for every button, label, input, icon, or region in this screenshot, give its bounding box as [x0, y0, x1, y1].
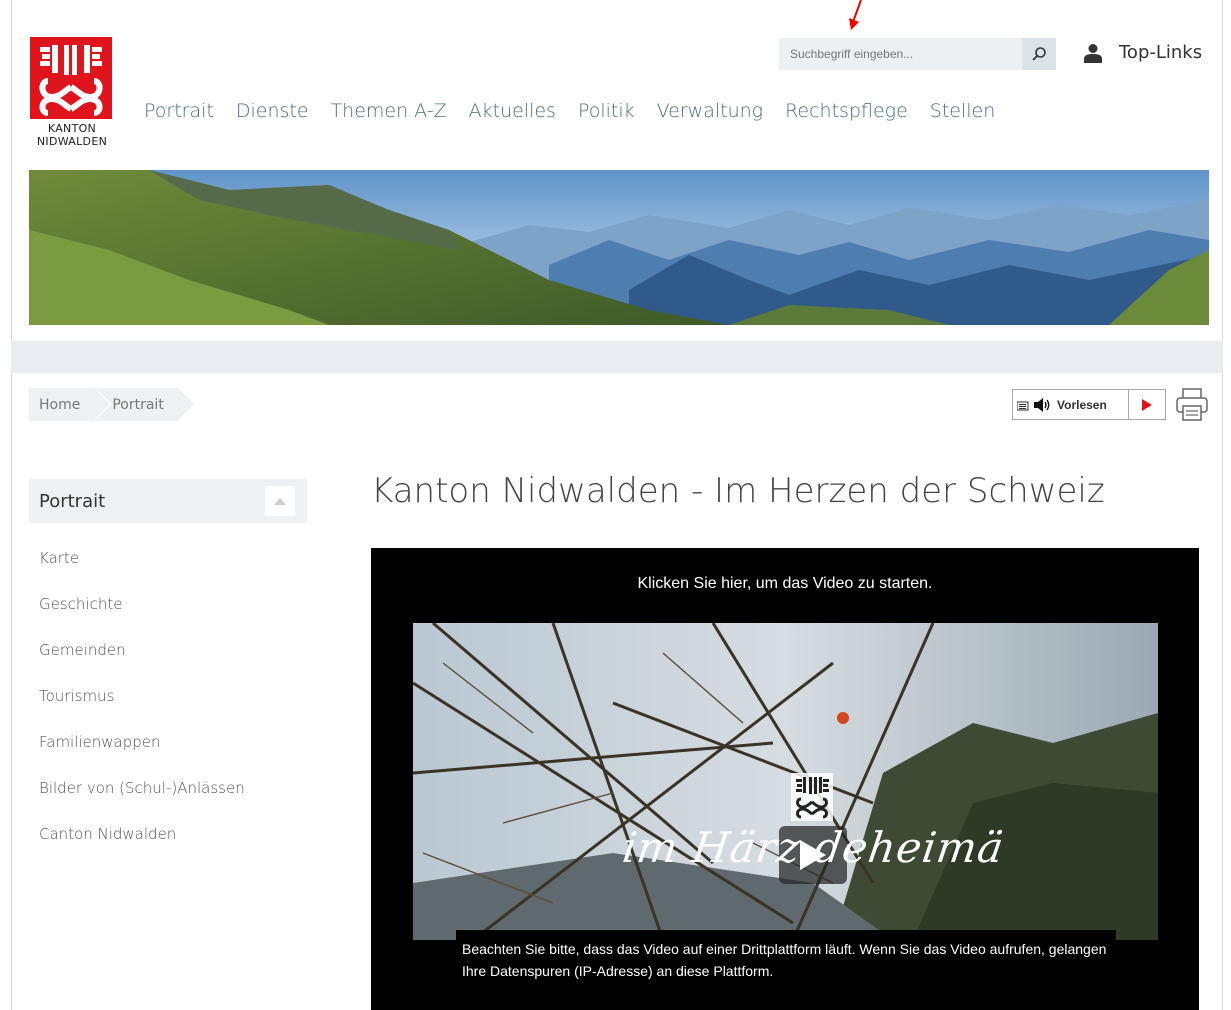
readaloud-label: Vorlesen — [1057, 397, 1107, 412]
sidebar-item-karte[interactable]: Karte — [39, 548, 245, 594]
sidebar-title: Portrait — [39, 490, 106, 512]
logo-line-1: KANTON — [47, 122, 97, 135]
video-thumbnail[interactable]: im Härz deheimä — [413, 623, 1158, 940]
breadcrumb: Home Portrait — [29, 388, 195, 421]
sidebar-item-canton[interactable]: Canton Nidwalden — [39, 824, 245, 870]
logo-line-2: NIDWALDEN — [36, 135, 108, 148]
search-icon — [1032, 47, 1046, 61]
page-title: Kanton Nidwalden - Im Herzen der Schweiz — [371, 471, 1105, 511]
play-icon — [1142, 398, 1152, 411]
sidebar-item-geschichte[interactable]: Geschichte — [39, 594, 245, 640]
search-input[interactable] — [779, 38, 1022, 70]
speaker-icon — [1034, 397, 1050, 412]
video-overlay-text: im Härz deheimä — [619, 823, 1008, 872]
sidebar-item-familienwappen[interactable]: Familienwappen — [39, 732, 245, 778]
sidebar-item-bilder[interactable]: Bilder von (Schul-)Anlässen — [39, 778, 245, 824]
readaloud-button[interactable]: Vorlesen — [1013, 390, 1129, 419]
canton-logo[interactable]: KANTON NIDWALDEN — [30, 37, 114, 152]
nav-item-stellen[interactable]: Stellen — [930, 100, 996, 122]
video-disclaimer: Beachten Sie bitte, dass das Video auf e… — [456, 930, 1116, 988]
nav-item-aktuelles[interactable]: Aktuelles — [469, 100, 556, 122]
nav-item-themen[interactable]: Themen A-Z — [331, 100, 447, 122]
sidebar-header[interactable]: Portrait — [29, 479, 307, 523]
nav-item-dienste[interactable]: Dienste — [236, 100, 309, 122]
nav-item-rechtspflege[interactable]: Rechtspflege — [785, 100, 908, 122]
readaloud-widget: Vorlesen — [1012, 389, 1166, 420]
search-box — [779, 38, 1056, 70]
breadcrumb-home[interactable]: Home — [29, 388, 113, 421]
video-cta[interactable]: Klicken Sie hier, um das Video zu starte… — [371, 575, 1199, 593]
print-button[interactable] — [1174, 387, 1210, 428]
coat-of-arms-icon — [30, 37, 112, 119]
sidebar-menu: Karte Geschichte Gemeinden Tourismus Fam… — [39, 548, 245, 870]
header-banner-image — [29, 170, 1209, 325]
readaloud-play-button[interactable] — [1129, 398, 1165, 411]
chevron-up-icon — [274, 497, 286, 505]
user-icon — [1084, 43, 1102, 63]
text-lines-icon — [1017, 401, 1029, 410]
nav-item-politik[interactable]: Politik — [578, 100, 635, 122]
nav-item-portrait[interactable]: Portrait — [144, 100, 214, 122]
main-navigation: Portrait Dienste Themen A-Z Aktuelles Po… — [144, 100, 1017, 122]
annotation-arrow — [849, 0, 862, 30]
video-logo-icon — [791, 773, 833, 821]
video-player[interactable]: Klicken Sie hier, um das Video zu starte… — [371, 548, 1199, 1010]
section-divider — [11, 341, 1223, 373]
toplinks-button[interactable]: Top-Links — [1083, 42, 1202, 63]
search-button[interactable] — [1022, 38, 1056, 70]
sidebar-item-gemeinden[interactable]: Gemeinden — [39, 640, 245, 686]
print-icon — [1176, 388, 1208, 421]
collapse-button[interactable] — [265, 486, 295, 516]
toplinks-label: Top-Links — [1119, 42, 1203, 63]
sidebar-item-tourismus[interactable]: Tourismus — [39, 686, 245, 732]
nav-item-verwaltung[interactable]: Verwaltung — [657, 100, 763, 122]
